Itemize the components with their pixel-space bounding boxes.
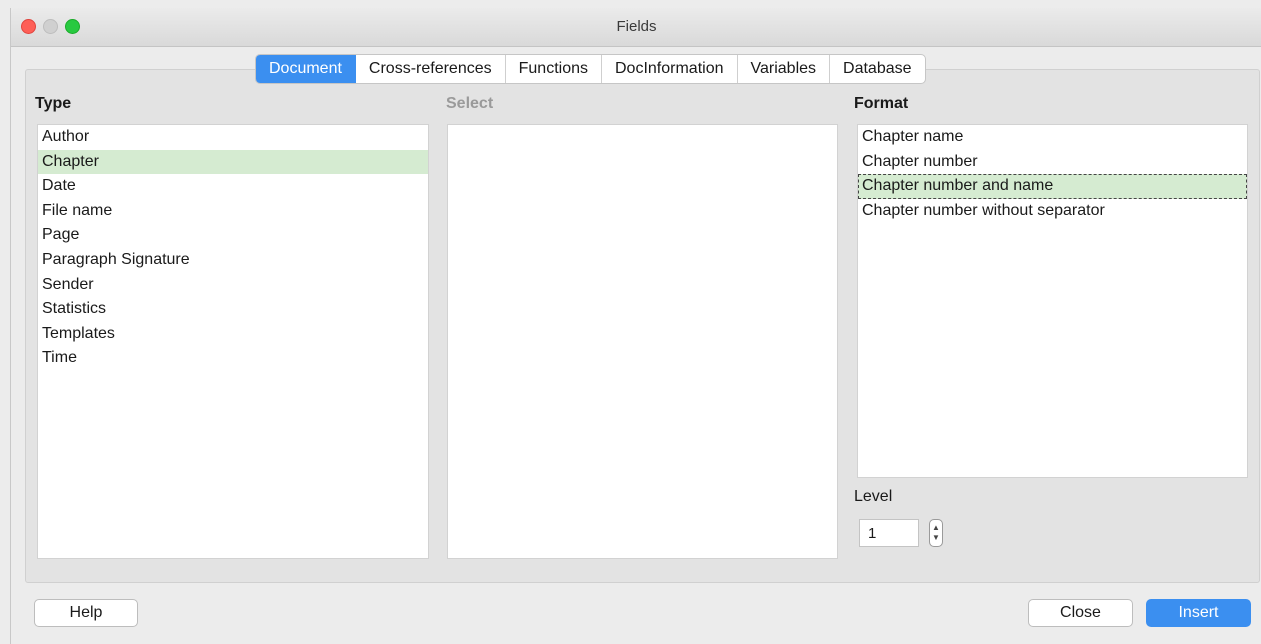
- list-item[interactable]: Paragraph Signature: [38, 248, 428, 273]
- list-item[interactable]: Author: [38, 125, 428, 150]
- chevron-up-icon[interactable]: ▲: [930, 523, 942, 533]
- list-item[interactable]: Statistics: [38, 297, 428, 322]
- format-list[interactable]: Chapter name Chapter number Chapter numb…: [857, 124, 1248, 478]
- list-item[interactable]: Sender: [38, 273, 428, 298]
- level-label: Level: [854, 488, 893, 505]
- select-label: Select: [446, 95, 494, 112]
- window-title: Fields: [616, 18, 657, 35]
- type-label: Type: [35, 95, 72, 112]
- list-item[interactable]: Templates: [38, 322, 428, 347]
- list-item[interactable]: File name: [38, 199, 428, 224]
- help-button[interactable]: Help: [34, 599, 138, 627]
- tab-document[interactable]: Document: [256, 55, 356, 83]
- list-item-selected[interactable]: Chapter number and name: [858, 174, 1247, 199]
- tab-docinformation[interactable]: DocInformation: [602, 55, 738, 83]
- tab-functions[interactable]: Functions: [506, 55, 602, 83]
- tab-database[interactable]: Database: [830, 55, 925, 83]
- list-item[interactable]: Page: [38, 223, 428, 248]
- list-item[interactable]: Chapter number: [858, 150, 1247, 175]
- insert-button[interactable]: Insert: [1146, 599, 1251, 627]
- tab-bar: Document Cross-references Functions DocI…: [255, 54, 926, 84]
- list-item-selected[interactable]: Chapter: [38, 149, 428, 175]
- level-input[interactable]: 1: [859, 519, 919, 547]
- close-button[interactable]: Close: [1028, 599, 1133, 627]
- select-list[interactable]: [447, 124, 838, 559]
- list-item[interactable]: Date: [38, 174, 428, 199]
- tab-cross-references[interactable]: Cross-references: [356, 55, 506, 83]
- type-list[interactable]: Author Chapter Date File name Page Parag…: [37, 124, 429, 559]
- format-label: Format: [854, 95, 909, 112]
- list-item[interactable]: Chapter name: [858, 125, 1247, 150]
- title-bar: Fields: [11, 8, 1261, 47]
- level-stepper[interactable]: ▲ ▼: [929, 519, 943, 547]
- chevron-down-icon[interactable]: ▼: [930, 533, 942, 543]
- fields-dialog: Fields Document Cross-references Functio…: [10, 8, 1261, 644]
- list-item[interactable]: Time: [38, 346, 428, 371]
- list-item[interactable]: Chapter number without separator: [858, 199, 1247, 224]
- tab-variables[interactable]: Variables: [738, 55, 831, 83]
